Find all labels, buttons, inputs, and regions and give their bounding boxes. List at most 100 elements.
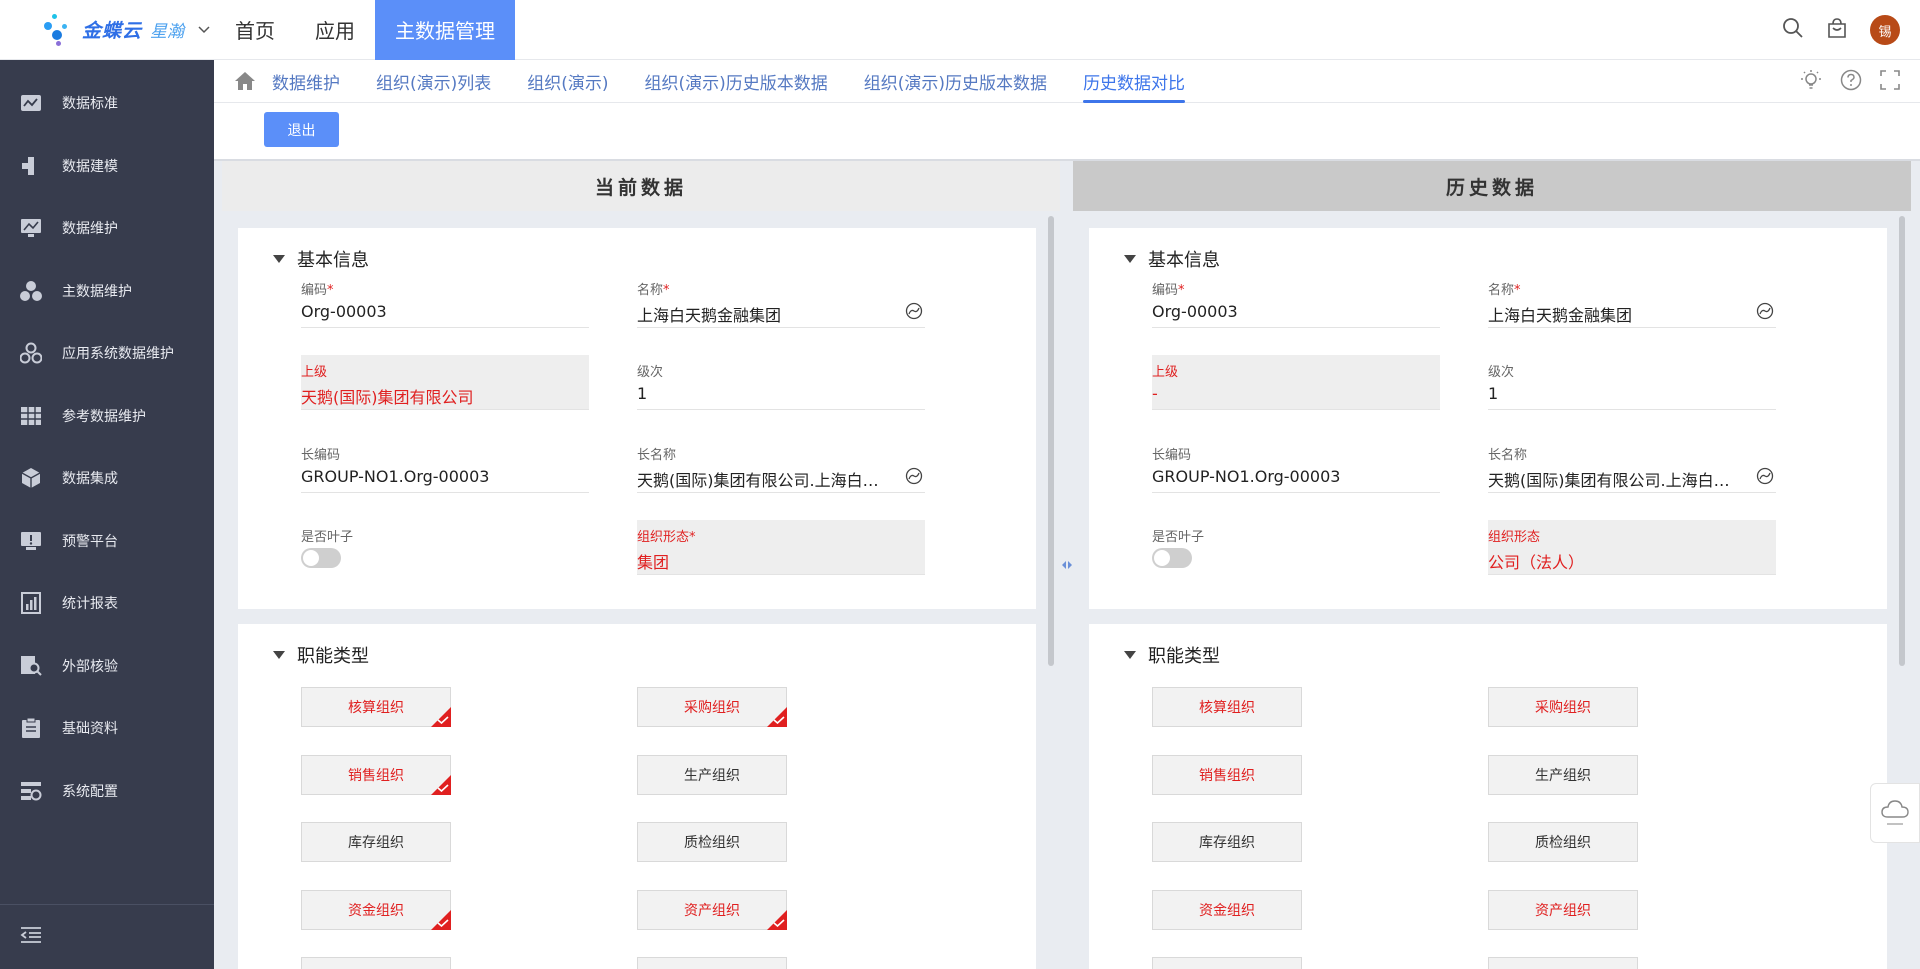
chip-quality-org[interactable]: 质检组织 (637, 822, 787, 862)
sidebar-item-data-integration[interactable]: 数据集成 (0, 447, 214, 510)
sidebar-item-reports[interactable]: 统计报表 (0, 572, 214, 635)
split-arrows-icon (1062, 561, 1072, 569)
lightbulb-icon[interactable] (1800, 69, 1822, 95)
caret-down-icon (273, 651, 285, 659)
chip-production-org[interactable]: 生产组织 (637, 755, 787, 795)
org-form-field[interactable]: 组织形态* 集团 (637, 520, 925, 575)
panel-title: 当前数据 (222, 161, 1060, 211)
name-field[interactable]: 名称* 上海白天鹅金融集团 (637, 273, 925, 328)
multilang-icon[interactable] (1756, 302, 1774, 320)
is-leaf-toggle[interactable] (1152, 548, 1192, 568)
app-logo[interactable]: 金蝶云 星瀚 (0, 0, 215, 60)
cloud-widget[interactable] (1870, 783, 1920, 843)
chip-fund-org[interactable]: 资金组织 (1152, 890, 1302, 930)
chip-accounting-org[interactable]: 核算组织 (1152, 687, 1302, 727)
home-icon[interactable] (234, 71, 264, 91)
chip-partial (637, 957, 787, 969)
code-value: Org-00003 (301, 302, 387, 321)
section-toggle[interactable]: 职能类型 (273, 642, 369, 668)
nav-apps[interactable]: 应用 (295, 0, 375, 60)
chip-partial (1152, 957, 1302, 969)
nav-home[interactable]: 首页 (215, 0, 295, 60)
multilang-icon[interactable] (905, 302, 923, 320)
help-icon[interactable] (1840, 69, 1862, 95)
tab-org-history-2[interactable]: 组织(演示)历史版本数据 (864, 60, 1047, 103)
chip-sales-org[interactable]: 销售组织 (1152, 755, 1302, 795)
tab-data-maintenance[interactable]: 数据维护 (272, 60, 340, 103)
sidebar-item-data-modeling[interactable]: 数据建模 (0, 135, 214, 198)
caret-down-icon (1124, 651, 1136, 659)
org-form-value: 公司（法人） (1488, 553, 1585, 572)
nav-master-data[interactable]: 主数据管理 (375, 0, 515, 60)
sidebar-item-data-standard[interactable]: 数据标准 (0, 72, 214, 135)
sidebar-item-external-check[interactable]: 外部核验 (0, 635, 214, 698)
parent-field[interactable]: 上级 - (1152, 355, 1440, 410)
chip-asset-org[interactable]: 资产组织 (637, 890, 787, 930)
long-name-value: 天鹅(国际)集团有限公司.上海白天鹅金融集团 (1488, 471, 1733, 490)
tab-org-history-1[interactable]: 组织(演示)历史版本数据 (645, 60, 828, 103)
required-mark: * (689, 530, 696, 545)
sidebar-item-system-config[interactable]: 系统配置 (0, 760, 214, 823)
check-icon (437, 919, 449, 927)
sidebar-item-label: 主数据维护 (62, 283, 132, 300)
org-form-field[interactable]: 组织形态 公司（法人） (1488, 520, 1776, 575)
chip-inventory-org[interactable]: 库存组织 (1152, 822, 1302, 862)
section-toggle[interactable]: 基本信息 (273, 246, 369, 272)
sidebar-item-label: 系统配置 (62, 783, 118, 800)
sidebar-item-basic-data[interactable]: 基础资料 (0, 697, 214, 760)
split-divider[interactable] (1060, 161, 1073, 969)
section-toggle[interactable]: 职能类型 (1124, 642, 1220, 668)
sidebar-item-alert-platform[interactable]: 预警平台 (0, 510, 214, 573)
long-code-field[interactable]: 长编码 GROUP-NO1.Org-00003 (301, 438, 589, 493)
chip-inventory-org[interactable]: 库存组织 (301, 822, 451, 862)
required-mark: * (327, 283, 334, 298)
search-icon[interactable] (1782, 17, 1804, 43)
chip-accounting-org[interactable]: 核算组织 (301, 687, 451, 727)
sidebar-item-reference-data[interactable]: 参考数据维护 (0, 385, 214, 448)
collapse-sidebar-button[interactable] (0, 904, 214, 969)
chevron-down-icon[interactable] (198, 23, 210, 37)
chart-icon (20, 92, 42, 114)
exit-button[interactable]: 退出 (264, 112, 339, 147)
toolbar: 退出 (214, 103, 1920, 161)
chip-partial (1488, 957, 1638, 969)
tab-org-list[interactable]: 组织(演示)列表 (376, 60, 491, 103)
chip-purchase-org[interactable]: 采购组织 (1488, 687, 1638, 727)
long-code-field[interactable]: 长编码 GROUP-NO1.Org-00003 (1152, 438, 1440, 493)
code-field[interactable]: 编码* Org-00003 (1152, 273, 1440, 328)
level-field[interactable]: 级次 1 (1488, 355, 1776, 410)
tab-history-compare[interactable]: 历史数据对比 (1083, 60, 1186, 103)
sidebar-item-label: 数据集成 (62, 471, 118, 488)
chip-production-org[interactable]: 生产组织 (1488, 755, 1638, 795)
caret-down-icon (273, 255, 285, 263)
chip-quality-org[interactable]: 质检组织 (1488, 822, 1638, 862)
right-scrollbar[interactable] (1899, 216, 1905, 666)
is-leaf-toggle[interactable] (301, 548, 341, 568)
top-actions: 锡 (1782, 0, 1900, 60)
name-field[interactable]: 名称* 上海白天鹅金融集团 (1488, 273, 1776, 328)
long-name-field[interactable]: 长名称 天鹅(国际)集团有限公司.上海白天鹅金融集团 (1488, 438, 1776, 493)
chip-sales-org[interactable]: 销售组织 (301, 755, 451, 795)
chip-purchase-org[interactable]: 采购组织 (637, 687, 787, 727)
sidebar-item-data-maintenance[interactable]: 数据维护 (0, 197, 214, 260)
fullscreen-icon[interactable] (1880, 69, 1900, 94)
long-name-field[interactable]: 长名称 天鹅(国际)集团有限公司.上海白天鹅金融集团 (637, 438, 925, 493)
avatar[interactable]: 锡 (1870, 15, 1900, 45)
sidebar: 数据标准 数据建模 数据维护 主数据维护 应用系统数据维护 参考数据维护 数据集… (0, 60, 214, 969)
level-field[interactable]: 级次 1 (637, 355, 925, 410)
sidebar-item-master-data[interactable]: 主数据维护 (0, 260, 214, 323)
bag-icon[interactable] (1826, 17, 1848, 43)
multilang-icon[interactable] (905, 467, 923, 485)
code-field[interactable]: 编码* Org-00003 (301, 273, 589, 328)
tab-org[interactable]: 组织(演示) (527, 60, 608, 103)
section-toggle[interactable]: 基本信息 (1124, 246, 1220, 272)
multilang-icon[interactable] (1756, 467, 1774, 485)
apps-icon (20, 342, 42, 364)
sidebar-item-label: 数据维护 (62, 221, 118, 238)
sidebar-item-app-system-data[interactable]: 应用系统数据维护 (0, 322, 214, 385)
chip-asset-org[interactable]: 资产组织 (1488, 890, 1638, 930)
parent-field[interactable]: 上级 天鹅(国际)集团有限公司 (301, 355, 589, 410)
chip-fund-org[interactable]: 资金组织 (301, 890, 451, 930)
required-mark: * (663, 283, 670, 298)
left-scrollbar[interactable] (1048, 216, 1054, 666)
